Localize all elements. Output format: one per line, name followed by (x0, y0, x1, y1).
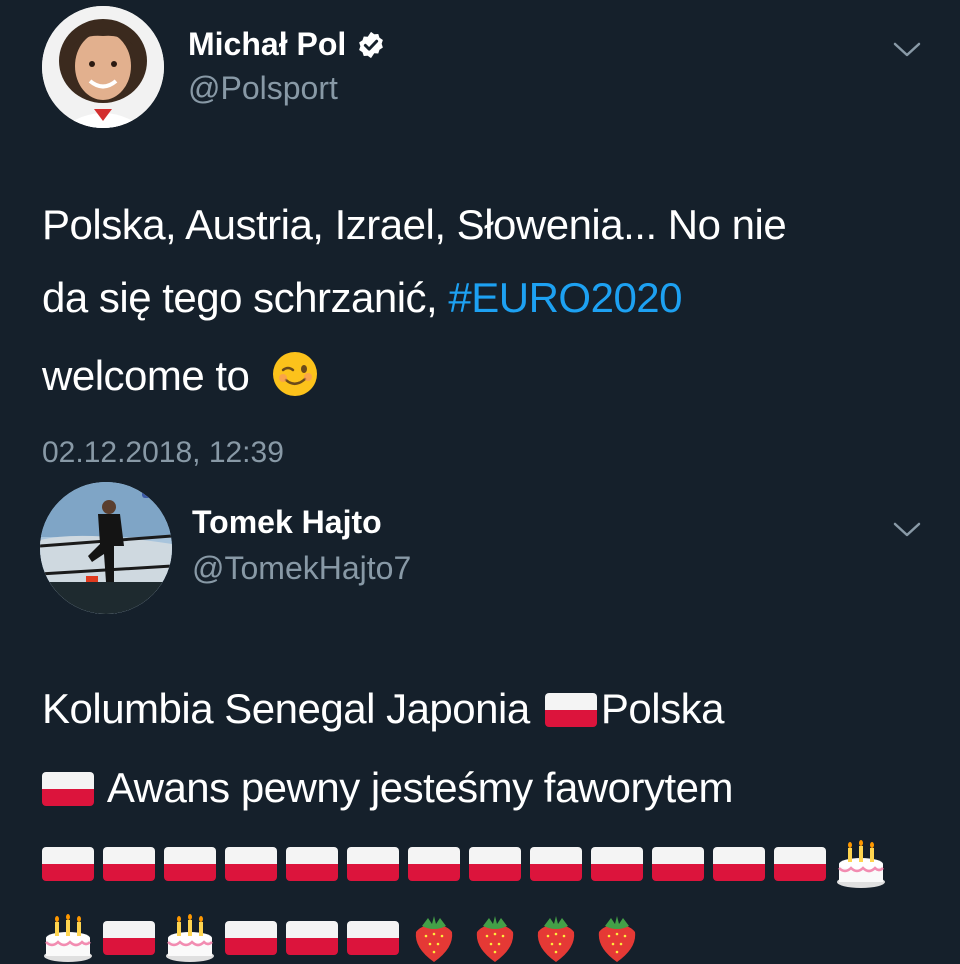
tweet-text-line: da się tego schrzanić, #EURO2020 (42, 274, 683, 321)
poland-flag-emoji (103, 921, 155, 955)
strawberry-emoji (537, 916, 575, 962)
avatar-photo-icon (40, 482, 172, 614)
birthday-cake-emoji (837, 840, 885, 888)
poland-flag-emoji (530, 847, 582, 881)
poland-flag-emoji (42, 772, 94, 806)
tweet-text-line: Kolumbia Senegal Japonia Polska (42, 685, 724, 732)
poland-flag-emoji (286, 921, 338, 955)
poland-flag-emoji (347, 847, 399, 881)
avatar[interactable] (42, 6, 164, 128)
poland-flag-emoji (225, 847, 277, 881)
tweet-text-line: Polska, Austria, Izrael, Słowenia... No … (42, 201, 787, 248)
author-handle[interactable]: @TomekHajto7 (192, 550, 411, 587)
tweet-text-line: welcome to (42, 344, 319, 407)
tweet-text-line: Awans pewny jesteśmy faworytem (42, 756, 734, 819)
strawberry-emoji (476, 916, 514, 962)
birthday-cake-emoji (166, 914, 214, 962)
hashtag-link[interactable]: #EURO2020 (448, 274, 682, 321)
birthday-cake-emoji (44, 914, 92, 962)
author-handle[interactable]: @Polsport (188, 70, 338, 107)
avatar-photo-icon (42, 6, 164, 128)
poland-flag-emoji (408, 847, 460, 881)
poland-flag-emoji (591, 847, 643, 881)
strawberry-emoji (598, 916, 636, 962)
poland-flag-emoji (469, 847, 521, 881)
chevron-down-icon[interactable] (892, 40, 922, 60)
poland-flag-emoji (103, 847, 155, 881)
chevron-down-icon[interactable] (892, 520, 922, 540)
tweet-timestamp[interactable]: 02.12.2018, 12:39 (42, 436, 284, 470)
poland-flag-emoji (164, 847, 216, 881)
verified-badge-icon (359, 31, 384, 58)
poland-flag-emoji (347, 921, 399, 955)
emoji-row (42, 912, 643, 964)
tweet-michal-pol: Michał Pol @Polsport Polska, Austria, Iz… (0, 0, 960, 480)
tweet-tomek-hajto: Tomek Hajto @TomekHajto7 Kolumbia Senega… (0, 480, 960, 962)
poland-flag-emoji (42, 847, 94, 881)
poland-flag-emoji (225, 921, 277, 955)
emoji-row (42, 838, 887, 890)
strawberry-emoji (415, 916, 453, 962)
author-name[interactable]: Tomek Hajto (192, 504, 382, 541)
winking-face-emoji (272, 352, 317, 396)
author-name[interactable]: Michał Pol (188, 26, 386, 63)
avatar[interactable] (40, 482, 172, 614)
poland-flag-emoji (652, 847, 704, 881)
poland-flag-emoji (713, 847, 765, 881)
poland-flag-emoji (286, 847, 338, 881)
poland-flag-emoji (774, 847, 826, 881)
poland-flag-emoji (544, 693, 597, 727)
